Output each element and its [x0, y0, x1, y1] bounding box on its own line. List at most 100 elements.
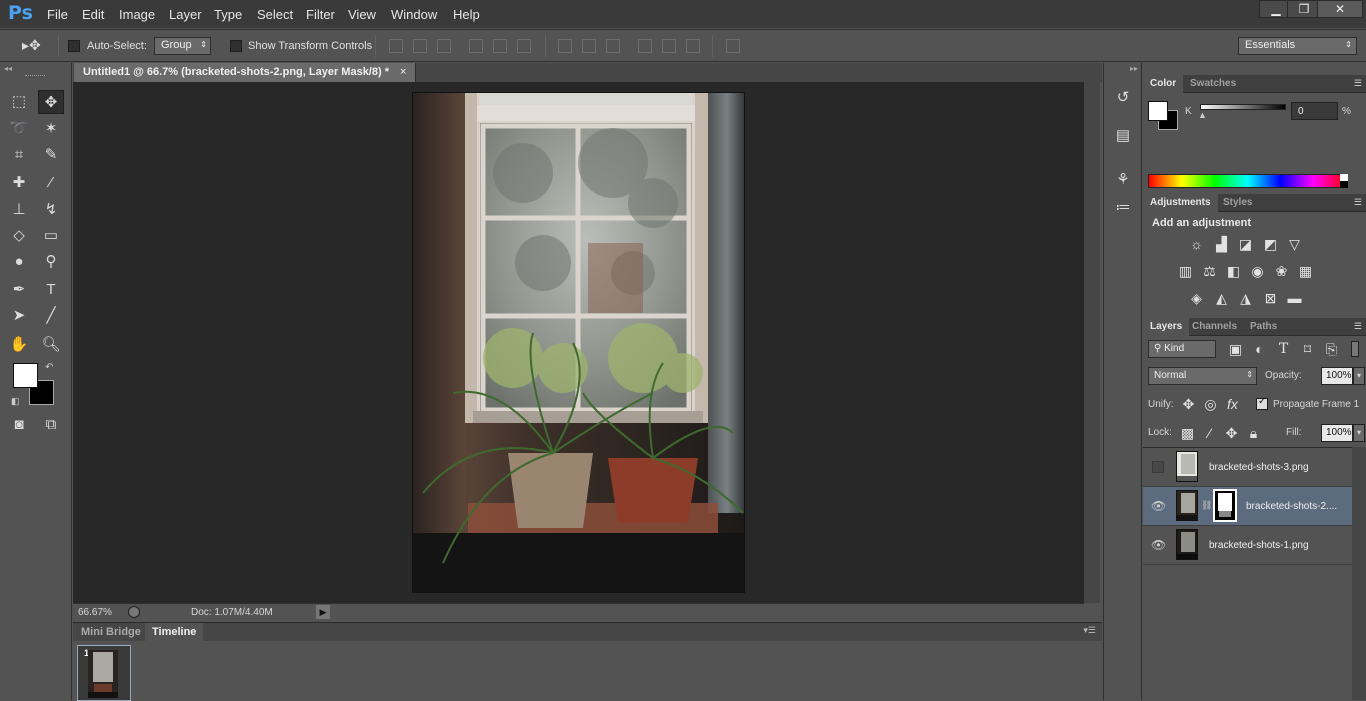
- distribute-hcenter-icon[interactable]: [662, 39, 676, 53]
- healing-brush-tool-icon[interactable]: ✚: [6, 171, 32, 195]
- eraser-tool-icon[interactable]: ◇: [6, 224, 32, 248]
- foreground-color-swatch[interactable]: [13, 363, 38, 388]
- close-window-button[interactable]: ✕: [1317, 0, 1363, 18]
- clone-stamp-tool-icon[interactable]: ⊥: [6, 198, 32, 222]
- lock-position-icon[interactable]: ✥: [1223, 426, 1240, 441]
- filter-toggle-switch[interactable]: [1351, 341, 1359, 357]
- align-vcenter-icon[interactable]: [413, 39, 427, 53]
- magic-wand-tool-icon[interactable]: ✶: [38, 117, 64, 141]
- lock-all-icon[interactable]: 🔒︎: [1245, 426, 1262, 441]
- collapse-icon[interactable]: ◂◂: [4, 64, 12, 73]
- tab-styles[interactable]: Styles: [1216, 194, 1259, 212]
- threshold-icon[interactable]: ◮: [1237, 291, 1254, 306]
- align-bottom-icon[interactable]: [437, 39, 451, 53]
- selective-color-icon[interactable]: ⊠: [1262, 291, 1279, 306]
- filter-smart-object-icon[interactable]: ⎘: [1323, 342, 1340, 357]
- tab-paths[interactable]: Paths: [1243, 318, 1284, 336]
- color-spectrum-ramp[interactable]: [1148, 174, 1347, 188]
- vibrance-icon[interactable]: ▽: [1286, 237, 1303, 252]
- layer-filter-dropdown[interactable]: ⚲ Kind: [1148, 340, 1216, 358]
- screen-mode-icon[interactable]: ⧉: [38, 413, 64, 437]
- layer-mask-thumbnail[interactable]: [1213, 489, 1237, 522]
- filter-type-icon[interactable]: T: [1275, 342, 1292, 357]
- hand-tool-icon[interactable]: ✋: [6, 333, 32, 357]
- curves-icon[interactable]: ◪: [1237, 237, 1254, 252]
- filter-adjustment-icon[interactable]: ◐: [1251, 342, 1268, 357]
- close-document-icon[interactable]: ×: [400, 66, 406, 78]
- visibility-toggle-off[interactable]: [1152, 461, 1164, 473]
- filter-shape-icon[interactable]: ⌑: [1299, 342, 1316, 357]
- distribute-left-icon[interactable]: [638, 39, 652, 53]
- menu-view[interactable]: View: [348, 7, 376, 22]
- layer-row-selected[interactable]: 👁︎ ⛓ bracketed-shots-2....: [1143, 487, 1352, 526]
- channel-mixer-icon[interactable]: ❀: [1273, 264, 1290, 279]
- black-white-ramp[interactable]: [1340, 174, 1348, 188]
- color-foreground-swatch[interactable]: [1148, 101, 1168, 121]
- lock-transparent-icon[interactable]: ▩: [1179, 426, 1196, 441]
- tab-mini-bridge[interactable]: Mini Bridge: [74, 623, 148, 642]
- menu-file[interactable]: File: [47, 7, 68, 22]
- layer-name[interactable]: bracketed-shots-1.png: [1209, 540, 1309, 551]
- swap-colors-icon[interactable]: ↶: [45, 362, 53, 373]
- invert-icon[interactable]: ◈: [1188, 291, 1205, 306]
- zoom-level[interactable]: 66.67%: [78, 607, 112, 618]
- panel-menu-icon[interactable]: ☰: [1354, 197, 1362, 208]
- gradient-tool-icon[interactable]: ▭: [38, 224, 64, 248]
- marquee-tool-icon[interactable]: ⬚: [6, 90, 32, 114]
- crop-tool-icon[interactable]: ⌗: [6, 143, 32, 167]
- unify-position-icon[interactable]: ✥: [1180, 397, 1197, 412]
- panel-menu-icon[interactable]: ☰: [1354, 78, 1362, 89]
- zoom-tool-icon[interactable]: 🔍︎: [38, 333, 64, 357]
- pen-tool-icon[interactable]: ✒: [6, 278, 32, 302]
- quick-mask-icon[interactable]: ◙: [6, 413, 32, 437]
- opacity-dropdown-arrow-icon[interactable]: ▾: [1353, 367, 1365, 385]
- black-white-icon[interactable]: ◧: [1225, 264, 1242, 279]
- lasso-tool-icon[interactable]: ➰: [6, 117, 32, 141]
- exposure-icon[interactable]: ◩: [1262, 237, 1279, 252]
- menu-filter[interactable]: Filter: [306, 7, 335, 22]
- distribute-vcenter-icon[interactable]: [582, 39, 596, 53]
- tab-timeline[interactable]: Timeline: [145, 623, 204, 642]
- align-left-icon[interactable]: [469, 39, 483, 53]
- default-colors-icon[interactable]: ◧: [11, 396, 20, 407]
- distribute-right-icon[interactable]: [686, 39, 700, 53]
- move-tool-preset-icon[interactable]: ▸✥: [22, 37, 41, 54]
- menu-select[interactable]: Select: [257, 7, 293, 22]
- eyedropper-tool-icon[interactable]: ✎: [38, 143, 64, 167]
- workspace-dropdown[interactable]: Essentials ⇕: [1238, 37, 1357, 55]
- brightness-contrast-icon[interactable]: ☼: [1188, 237, 1205, 252]
- fill-field[interactable]: 100%: [1321, 424, 1353, 442]
- layer-name[interactable]: bracketed-shots-2....: [1246, 501, 1337, 512]
- layer-name[interactable]: bracketed-shots-3.png: [1209, 462, 1309, 473]
- unify-style-icon[interactable]: fx: [1224, 397, 1241, 412]
- dodge-tool-icon[interactable]: ⚲: [38, 250, 64, 274]
- layers-scrollbar[interactable]: [1352, 447, 1366, 700]
- history-panel-icon[interactable]: ↺: [1109, 85, 1137, 111]
- slider-thumb-icon[interactable]: ▲: [1198, 110, 1207, 120]
- fill-dropdown-arrow-icon[interactable]: ▾: [1353, 424, 1365, 442]
- posterize-icon[interactable]: ◭: [1213, 291, 1230, 306]
- eye-icon[interactable]: 👁︎: [1151, 499, 1166, 513]
- align-right-icon[interactable]: [517, 39, 531, 53]
- move-tool-icon[interactable]: ✥: [38, 90, 64, 114]
- restore-button[interactable]: ❐: [1287, 0, 1321, 18]
- hue-saturation-icon[interactable]: ▥: [1177, 264, 1194, 279]
- gradient-map-icon[interactable]: ▬: [1286, 291, 1303, 306]
- distribute-bottom-icon[interactable]: [606, 39, 620, 53]
- opacity-field[interactable]: 100%: [1321, 367, 1353, 385]
- panel-menu-icon[interactable]: ☰: [1354, 321, 1362, 332]
- photo-filter-icon[interactable]: ◉: [1249, 264, 1266, 279]
- auto-align-icon[interactable]: [726, 39, 740, 53]
- document-canvas-image[interactable]: [412, 92, 745, 593]
- menu-image[interactable]: Image: [119, 7, 155, 22]
- mask-link-icon[interactable]: ⛓: [1201, 500, 1212, 511]
- timeline-frame-1[interactable]: 1: [77, 645, 131, 701]
- menu-edit[interactable]: Edit: [82, 7, 104, 22]
- path-selection-tool-icon[interactable]: ➤: [6, 304, 32, 328]
- k-value-field[interactable]: 0: [1291, 102, 1338, 120]
- align-top-icon[interactable]: [389, 39, 403, 53]
- menu-type[interactable]: Type: [214, 7, 242, 22]
- filter-pixel-icon[interactable]: ▣: [1227, 342, 1244, 357]
- tab-color[interactable]: Color: [1143, 75, 1184, 93]
- blur-tool-icon[interactable]: ●: [6, 250, 32, 274]
